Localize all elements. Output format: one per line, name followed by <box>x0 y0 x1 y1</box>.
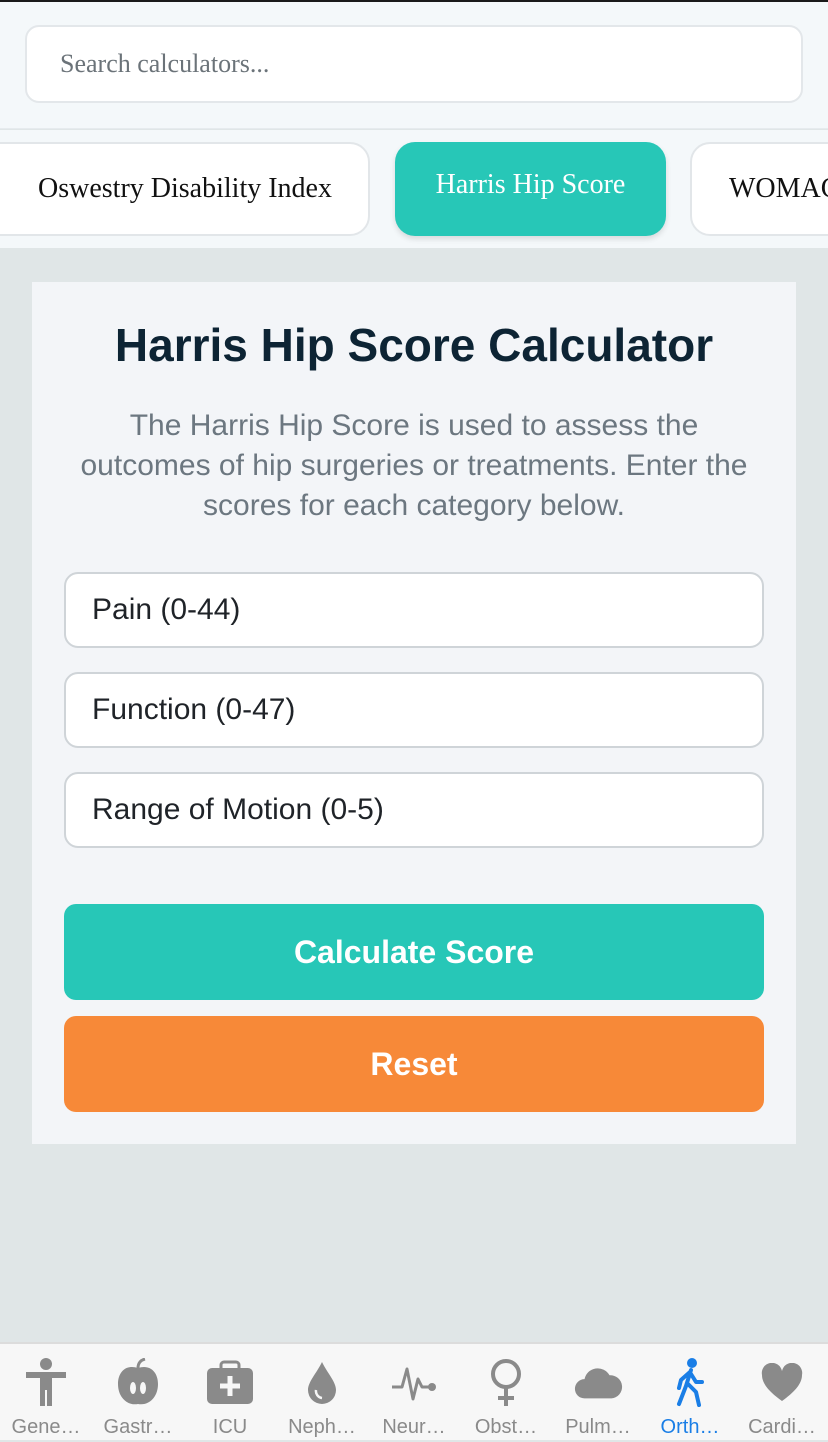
range-of-motion-input[interactable]: Range of Motion (0-5) <box>64 772 764 848</box>
tab-label: Gastr… <box>103 1416 173 1438</box>
pulse-icon <box>389 1358 439 1408</box>
calculate-score-label: Calculate Score <box>293 933 535 970</box>
chip-womac[interactable]: WOMAC <box>690 142 828 236</box>
cloud-icon <box>573 1358 623 1408</box>
tab-neurology[interactable]: Neur… <box>368 1344 460 1442</box>
function-placeholder: Function (0-47) <box>92 693 296 726</box>
search-input[interactable]: Search calculators... <box>25 25 803 103</box>
bottom-tab-bar: Gene… Gastr… ICU Neph… Neur… Obst… Pulm…… <box>0 1342 828 1440</box>
calculator-card: Harris Hip Score Calculator The Harris H… <box>32 282 796 1144</box>
tab-label: ICU <box>212 1416 248 1438</box>
tab-label: Neph… <box>288 1416 356 1438</box>
tab-label: Orth… <box>660 1416 720 1438</box>
range-of-motion-placeholder: Range of Motion (0-5) <box>92 793 384 826</box>
tab-label: Gene… <box>11 1416 81 1438</box>
reset-label: Reset <box>370 1045 458 1082</box>
pain-input[interactable]: Pain (0-44) <box>64 572 764 648</box>
chip-harris-hip-score[interactable]: Harris Hip Score <box>395 142 666 236</box>
tab-label: Neur… <box>382 1416 446 1438</box>
tab-icu[interactable]: ICU <box>184 1344 276 1442</box>
tab-gastro[interactable]: Gastr… <box>92 1344 184 1442</box>
tab-general[interactable]: Gene… <box>0 1344 92 1442</box>
walking-icon <box>665 1358 715 1408</box>
search-placeholder: Search calculators... <box>60 49 270 78</box>
page-title: Harris Hip Score Calculator <box>114 319 714 371</box>
search-bar: Search calculators... <box>0 2 828 129</box>
pain-placeholder: Pain (0-44) <box>92 593 241 626</box>
tab-pulmonology[interactable]: Pulm… <box>552 1344 644 1442</box>
function-input[interactable]: Function (0-47) <box>64 672 764 748</box>
reset-button[interactable]: Reset <box>64 1016 764 1112</box>
calculator-description: The Harris Hip Score is used to assess t… <box>80 409 748 522</box>
stomach-icon <box>113 1358 163 1408</box>
chip-oswestry-disability-index[interactable]: Oswestry Disability Index <box>0 142 370 236</box>
chip-label: Harris Hip Score <box>435 169 626 200</box>
calculate-score-button[interactable]: Calculate Score <box>64 904 764 1000</box>
heart-icon <box>757 1358 807 1408</box>
female-icon <box>481 1358 531 1408</box>
tab-label: Cardi… <box>748 1416 816 1438</box>
tab-obstetrics[interactable]: Obst… <box>460 1344 552 1442</box>
tab-orthopedics[interactable]: Orth… <box>644 1344 736 1442</box>
drop-icon <box>297 1358 347 1408</box>
tab-label: Pulm… <box>565 1416 631 1438</box>
chip-label: WOMAC <box>729 173 828 204</box>
calculator-chip-strip: Oswestry Disability Index Harris Hip Sco… <box>0 130 828 248</box>
tab-cardiology[interactable]: Cardi… <box>736 1344 828 1442</box>
medical-kit-icon <box>205 1358 255 1408</box>
tab-label: Obst… <box>474 1416 538 1438</box>
chip-label: Oswestry Disability Index <box>38 173 332 204</box>
tab-nephrology[interactable]: Neph… <box>276 1344 368 1442</box>
person-icon <box>21 1358 71 1408</box>
